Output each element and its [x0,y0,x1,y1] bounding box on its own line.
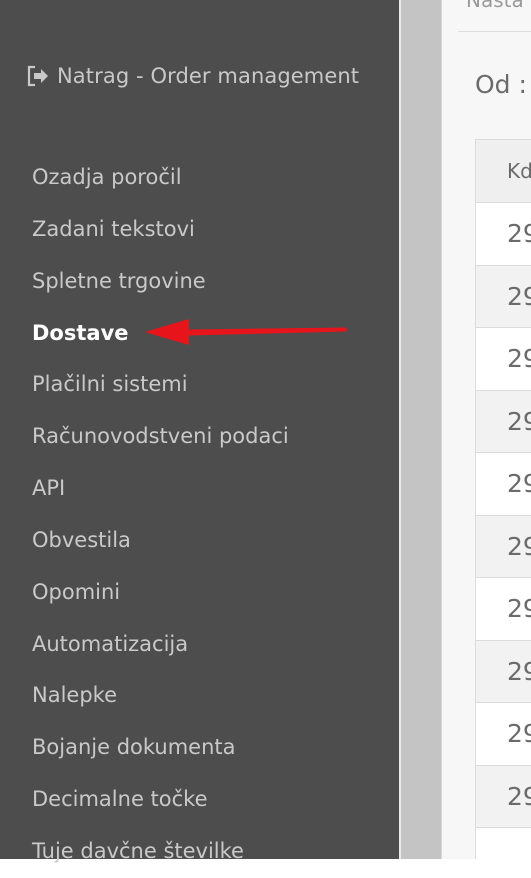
main-top-divider [458,31,531,32]
sidebar-item-ozadja-porocil[interactable]: Ozadja poročil [32,152,289,204]
sidebar-item-zadani-tekstovi[interactable]: Zadani tekstovi [32,204,289,256]
table-row[interactable]: 29 [476,265,531,328]
sidebar-item-decimalne-tocke[interactable]: Decimalne točke [32,774,289,826]
red-arrow-annotation [145,319,347,345]
sidebar-divider [399,0,441,859]
sign-out-icon [27,65,48,87]
sidebar-item-spletne-trgovine[interactable]: Spletne trgovine [32,256,289,308]
sidebar-item-tuje-davcne-stevilke[interactable]: Tuje davčne številke [32,826,289,878]
sidebar-item-racunovodstveni-podaci[interactable]: Računovodstveni podaci [32,411,289,463]
main-top-heading: Nasta [466,0,524,12]
table-row[interactable] [476,828,531,859]
date-from-label: Od : [475,70,527,99]
table-row[interactable]: 29 [476,703,531,766]
table-row[interactable]: 29 [476,390,531,453]
table-row[interactable]: 29 [476,578,531,641]
table-row[interactable]: 29 [476,453,531,516]
sidebar-item-placilni-sistemi[interactable]: Plačilni sistemi [32,359,289,411]
sidebar-item-obvestila[interactable]: Obvestila [32,515,289,567]
orders-table: Kd 29 29 29 29 29 29 29 29 29 29 [475,139,531,859]
sidebar-item-nalepke[interactable]: Nalepke [32,670,289,722]
sidebar-item-opomini[interactable]: Opomini [32,567,289,619]
table-row[interactable]: 29 [476,765,531,828]
back-link-label: Natrag - Order management [57,64,360,88]
table-row[interactable]: 29 [476,328,531,391]
table-row[interactable]: 29 [476,203,531,266]
sidebar-menu: Ozadja poročil Zadani tekstovi Spletne t… [32,152,289,878]
table-row[interactable]: 29 [476,640,531,703]
main-content: Nasta Od : Kd 29 29 29 29 29 29 29 29 29… [441,0,531,859]
back-to-order-management-link[interactable]: Natrag - Order management [26,61,359,91]
sidebar: Natrag - Order management Ozadja poročil… [0,0,399,863]
sidebar-item-automatizacija[interactable]: Automatizacija [32,619,289,671]
sidebar-item-api[interactable]: API [32,463,289,515]
table-header-cell[interactable]: Kd [476,140,531,203]
table-row[interactable]: 29 [476,515,531,578]
sidebar-item-bojanje-dokumenta[interactable]: Bojanje dokumenta [32,722,289,774]
